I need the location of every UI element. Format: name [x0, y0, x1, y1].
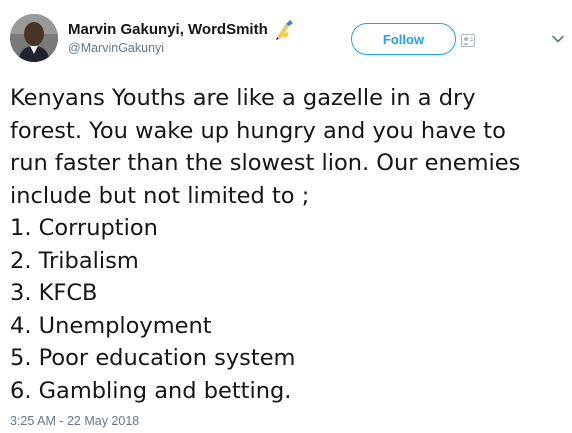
writing-hand-icon	[275, 20, 293, 40]
tweet-text: Kenyans Youths are like a gazelle in a d…	[10, 82, 565, 407]
chevron-down-icon[interactable]	[552, 35, 564, 43]
tweet-timestamp[interactable]: 3:25 AM - 22 May 2018	[10, 414, 139, 428]
tweet-card: Marvin Gakunyi, WordSmith @MarvinGakunyi…	[0, 0, 572, 433]
author-handle[interactable]: @MarvinGakunyi	[68, 41, 164, 55]
author-name-row: Marvin Gakunyi, WordSmith	[68, 18, 296, 40]
follow-button[interactable]: Follow	[351, 23, 456, 55]
list-item: 5. Poor education system	[10, 345, 296, 371]
author-display-name[interactable]: Marvin Gakunyi, WordSmith	[68, 21, 268, 38]
avatar[interactable]	[10, 14, 58, 62]
tweet-text-line: Kenyans Youths are like a gazelle in a d…	[10, 85, 476, 111]
list-item: 4. Unemployment	[10, 312, 212, 339]
tweet-text-line: run faster than the slowest lion. Our en…	[10, 150, 521, 176]
avatar-image	[10, 14, 58, 62]
list-item: 2. Tribalism	[10, 247, 139, 274]
tweet-text-line: include but not limited to ;	[10, 182, 310, 209]
add-user-icon[interactable]	[461, 34, 475, 47]
tweet-text-line: forest. You wake up hungry and you have …	[10, 117, 506, 144]
list-item: 3. KFCB	[10, 280, 98, 306]
list-item: 1. Corruption	[10, 215, 158, 241]
list-item: 6. Gambling and betting.	[10, 377, 292, 404]
